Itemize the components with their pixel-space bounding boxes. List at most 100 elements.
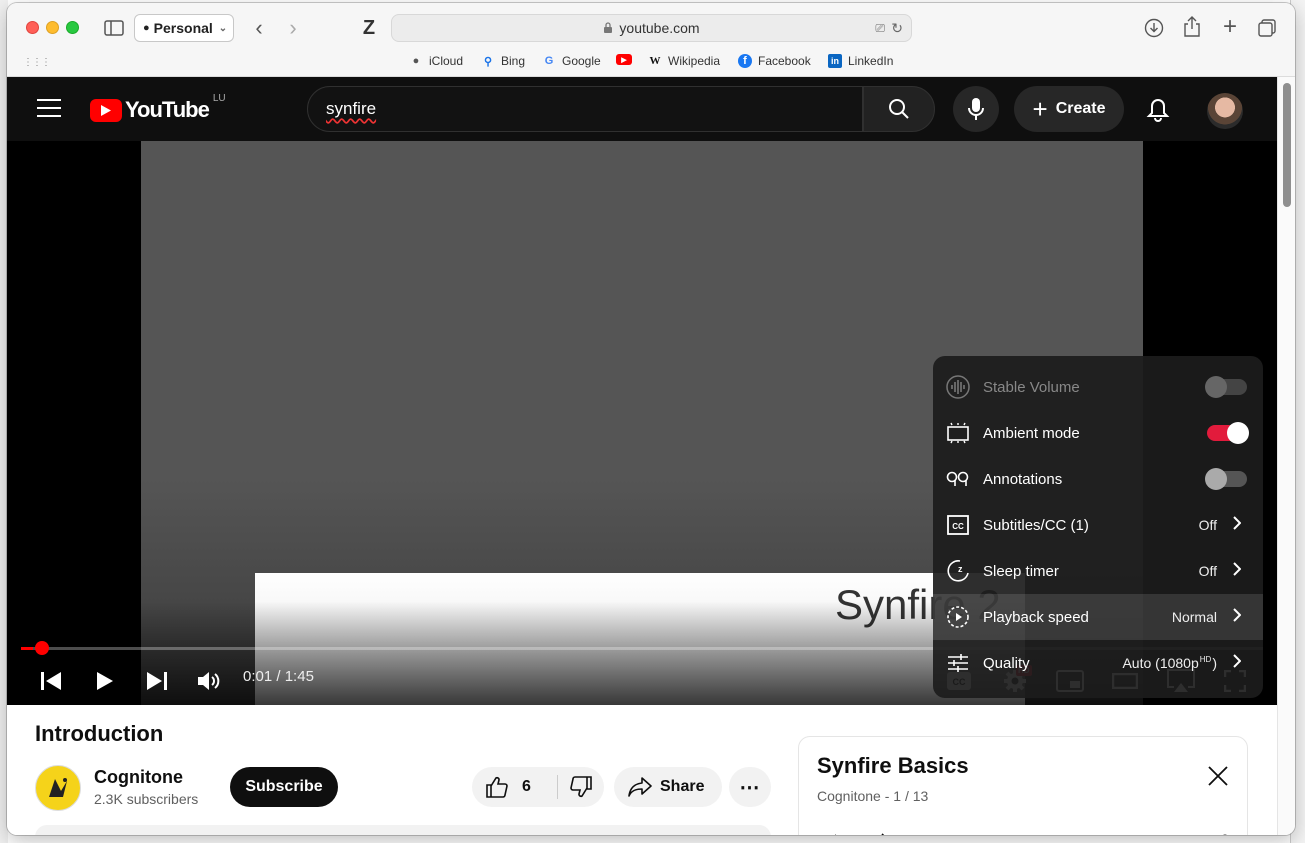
- settings-row-quality[interactable]: Quality Auto (1080pHD): [933, 640, 1263, 686]
- settings-row-playback-speed[interactable]: Playback speed Normal: [933, 594, 1263, 640]
- search-query: synfire: [326, 99, 377, 118]
- scrubber-handle[interactable]: [35, 641, 49, 655]
- favorite-label: Facebook: [758, 54, 811, 68]
- browser-window: ● Personal ⌄ ‹ › Z youtube.com ⎚ ↻ + ⋮⋮⋮…: [7, 3, 1295, 835]
- settings-row-sleep-timer[interactable]: z Sleep timer Off: [933, 548, 1263, 594]
- youtube-wordmark: YouTube: [125, 97, 210, 122]
- minimize-window-button[interactable]: [46, 21, 59, 34]
- close-window-button[interactable]: [26, 21, 39, 34]
- back-icon[interactable]: ‹: [247, 15, 271, 41]
- search-button[interactable]: [863, 86, 935, 132]
- downloads-icon[interactable]: [1143, 17, 1165, 39]
- favorite-wikipedia[interactable]: W Wikipedia: [648, 54, 721, 68]
- reload-icon[interactable]: ↻: [891, 20, 903, 37]
- subtitles-icon: CC: [945, 512, 971, 538]
- favorite-google[interactable]: G Google: [542, 54, 601, 68]
- channel-name[interactable]: Cognitone: [94, 767, 183, 788]
- subscriber-count: 2.3K subscribers: [94, 791, 199, 807]
- favorite-facebook[interactable]: f Facebook: [738, 54, 811, 68]
- description-box[interactable]: [35, 825, 771, 835]
- new-tab-icon[interactable]: +: [1219, 13, 1241, 40]
- thumbs-down-icon: [570, 776, 592, 798]
- share-icon[interactable]: [1181, 15, 1203, 39]
- translate-icon[interactable]: ⎚: [875, 21, 885, 36]
- favorite-youtube[interactable]: ▶: [616, 54, 638, 65]
- channel-avatar[interactable]: [35, 765, 81, 811]
- page-scrollbar[interactable]: [1277, 77, 1295, 835]
- time-separator: /: [272, 668, 285, 685]
- stable-volume-toggle[interactable]: [1205, 376, 1247, 398]
- dislike-button[interactable]: [558, 776, 592, 798]
- sleep-timer-icon: z: [945, 558, 971, 584]
- settings-row-stable-volume[interactable]: Stable Volume: [933, 364, 1263, 410]
- previous-button[interactable]: [37, 661, 65, 701]
- favorite-label: Google: [562, 54, 601, 68]
- favorite-label: iCloud: [429, 54, 464, 68]
- time-display: 0:01 / 1:45: [243, 668, 314, 685]
- play-button[interactable]: [91, 661, 119, 701]
- search-icon: [889, 99, 909, 119]
- person-icon: ●: [143, 22, 150, 34]
- like-button[interactable]: 6: [472, 775, 558, 799]
- thumbs-up-icon: [486, 776, 508, 798]
- settings-value: Normal: [1171, 609, 1217, 625]
- settings-row-ambient-mode[interactable]: Ambient mode: [933, 410, 1263, 456]
- svg-text:z: z: [958, 564, 963, 574]
- bing-search-icon: ⚲: [483, 55, 493, 68]
- share-label: Share: [660, 778, 705, 795]
- bell-icon: [1146, 98, 1170, 122]
- playlist-subtitle: Cognitone - 1 / 13: [817, 788, 929, 804]
- favorite-icloud[interactable]: ● iCloud: [409, 54, 463, 68]
- subscribe-button[interactable]: Subscribe: [230, 767, 338, 807]
- sidebar-toggle-icon[interactable]: [103, 17, 125, 39]
- waveform-icon: [945, 374, 971, 400]
- address-bar[interactable]: youtube.com ⎚ ↻: [391, 14, 912, 42]
- volume-icon: [198, 672, 220, 690]
- voice-search-button[interactable]: [953, 86, 999, 132]
- loop-button[interactable]: [817, 833, 843, 835]
- chevron-right-icon: [1233, 654, 1242, 672]
- grid-icon[interactable]: ⋮⋮⋮: [23, 57, 51, 68]
- playlist-title[interactable]: Synfire Basics: [817, 753, 969, 779]
- notifications-button[interactable]: [1146, 97, 1170, 123]
- tab-overview-icon[interactable]: [1256, 17, 1278, 39]
- zotero-extension-icon[interactable]: Z: [359, 15, 379, 41]
- volume-button[interactable]: [195, 661, 223, 701]
- scrollbar-thumb[interactable]: [1283, 83, 1291, 207]
- profile-selector[interactable]: ● Personal ⌄: [134, 14, 234, 42]
- linkedin-icon: in: [828, 54, 842, 68]
- ambient-mode-toggle[interactable]: [1207, 422, 1249, 444]
- favorite-linkedin[interactable]: in LinkedIn: [828, 54, 893, 68]
- youtube-page: YouTube LU synfire + Create 0:01 / 1:45 …: [7, 77, 1277, 835]
- settings-row-subtitles[interactable]: CC Subtitles/CC (1) Off: [933, 502, 1263, 548]
- facebook-icon: f: [738, 54, 752, 68]
- annotations-icon: [945, 466, 971, 492]
- settings-label: Quality: [983, 654, 1030, 672]
- settings-row-annotations[interactable]: Annotations: [933, 456, 1263, 502]
- video-player[interactable]: Synfire 2 0:01 / 1:45 CC: [7, 141, 1277, 705]
- more-actions-button[interactable]: ⋯: [729, 767, 771, 807]
- share-button[interactable]: Share: [614, 767, 722, 807]
- create-button[interactable]: + Create: [1014, 86, 1124, 132]
- youtube-logo[interactable]: YouTube LU: [90, 93, 226, 123]
- youtube-icon: ▶: [616, 54, 632, 65]
- next-button[interactable]: [143, 661, 171, 701]
- settings-label: Playback speed: [983, 608, 1089, 626]
- favorite-bing[interactable]: ⚲ Bing: [481, 54, 525, 68]
- time-total: 1:45: [284, 668, 314, 685]
- google-icon: G: [544, 55, 554, 67]
- menu-icon[interactable]: [37, 99, 61, 119]
- close-playlist-button[interactable]: [1207, 765, 1229, 787]
- time-current: 0:01: [243, 668, 273, 685]
- annotations-toggle[interactable]: [1205, 468, 1247, 490]
- shuffle-icon: [881, 833, 885, 835]
- search-input[interactable]: synfire: [307, 86, 863, 132]
- like-dislike-group: 6: [472, 767, 604, 807]
- playlist-more-icon[interactable]: ⋮: [1215, 833, 1235, 835]
- shuffle-button[interactable]: [863, 833, 889, 835]
- zoom-window-button[interactable]: [66, 21, 79, 34]
- user-avatar[interactable]: [1207, 93, 1243, 129]
- settings-label: Sleep timer: [983, 562, 1059, 580]
- quality-value: Auto (1080pHD): [1122, 655, 1217, 671]
- forward-icon[interactable]: ›: [281, 15, 305, 41]
